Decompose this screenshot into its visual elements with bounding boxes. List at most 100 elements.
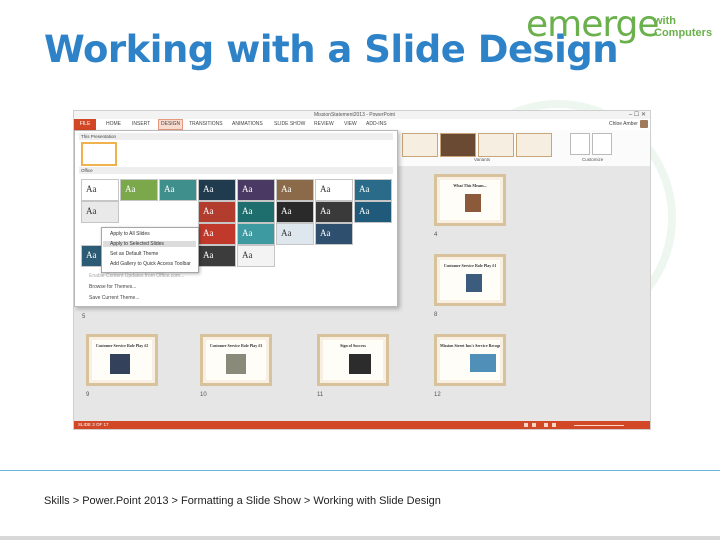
variant-thumb-2[interactable]: [440, 133, 476, 157]
customize-label: Customize: [582, 157, 604, 162]
save-theme-link[interactable]: Save Current Theme...: [89, 295, 140, 301]
theme-thumb[interactable]: Aa: [159, 179, 197, 201]
slide-number: 10: [200, 392, 207, 398]
slide-photo: [470, 354, 496, 372]
variant-thumb-1[interactable]: [402, 133, 438, 157]
normal-view-icon[interactable]: [544, 423, 548, 427]
theme-thumb[interactable]: Aa: [81, 179, 119, 201]
window-controls[interactable]: – ☐ ✕: [629, 111, 646, 118]
enable-updates-link[interactable]: Enable Content Updates from Office.com..…: [89, 273, 184, 279]
powerpoint-screenshot: MissionStatement2013 - PowerPoint – ☐ ✕ …: [73, 110, 651, 430]
slide-photo: [466, 274, 482, 292]
slide-thumbnail[interactable]: Customer Service Role Play #3: [200, 334, 272, 386]
slide-canvas: Customer Service Role Play #2: [92, 340, 152, 380]
slide-thumb-title: Mission Street Inn's Service Recognition…: [440, 343, 500, 348]
user-name[interactable]: Chloe Amber: [609, 121, 638, 127]
theme-thumb[interactable]: Aa: [276, 201, 314, 223]
slide-canvas: Mission Street Inn's Service Recognition…: [440, 340, 500, 380]
theme-thumb[interactable]: Aa: [198, 223, 236, 245]
set-default-theme-item[interactable]: Set as Default Theme: [110, 251, 158, 257]
theme-thumb[interactable]: Aa: [237, 201, 275, 223]
this-presentation-header: This Presentation: [79, 133, 393, 140]
slide-number: 11: [317, 392, 324, 398]
variants-label: Variants: [474, 157, 491, 162]
menu-animations[interactable]: ANIMATIONS: [232, 121, 263, 127]
design-themes-dropdown: This Presentation Office Aa Aa Aa Aa Aa …: [74, 130, 398, 307]
slide-thumbnail[interactable]: Customer Service Role Play #2: [86, 334, 158, 386]
theme-thumb[interactable]: Aa: [198, 201, 236, 223]
slide-number: 5: [82, 314, 86, 320]
logo-main-text: emerge: [526, 4, 660, 45]
format-background-button[interactable]: [592, 133, 612, 155]
slide-photo: [110, 354, 130, 374]
theme-thumb[interactable]: Aa: [276, 179, 314, 201]
add-gallery-qat-item[interactable]: Add Gallery to Quick Access Toolbar: [110, 261, 191, 267]
slide-canvas: What This Means...: [440, 180, 500, 220]
slide-number: 9: [86, 392, 90, 398]
browse-themes-link[interactable]: Browse for Themes...: [89, 284, 136, 290]
theme-thumb[interactable]: Aa: [276, 223, 314, 245]
emerge-logo: emerge with Computers: [526, 4, 716, 48]
current-theme-thumb[interactable]: [81, 142, 117, 166]
menu-design[interactable]: DESIGN: [158, 119, 184, 130]
comments-icon[interactable]: [532, 423, 536, 427]
notes-icon[interactable]: [524, 423, 528, 427]
theme-thumb[interactable]: Aa: [237, 223, 275, 245]
slide-count-status: SLIDE 3 OF 17: [78, 422, 109, 427]
logo-with-text: with: [654, 15, 676, 27]
status-bar: SLIDE 3 OF 17: [74, 421, 650, 429]
slide-number: 12: [434, 392, 441, 398]
logo-computers-text: Computers: [654, 27, 713, 39]
slide-thumbnail[interactable]: Customer Service Role Play #1: [434, 254, 506, 306]
menu-home[interactable]: HOME: [106, 121, 121, 127]
slide-number: 8: [434, 312, 438, 318]
slide-photo: [226, 354, 246, 374]
menu-transitions[interactable]: TRANSITIONS: [189, 121, 223, 127]
window-title: MissionStatement2013 - PowerPoint: [314, 112, 395, 118]
menu-slideshow[interactable]: SLIDE SHOW: [274, 121, 305, 127]
menu-review[interactable]: REVIEW: [314, 121, 334, 127]
theme-thumb[interactable]: Aa: [198, 245, 236, 267]
slide-size-button[interactable]: [570, 133, 590, 155]
theme-thumb[interactable]: Aa: [315, 201, 353, 223]
menu-file[interactable]: FILE: [74, 119, 96, 130]
bottom-bar: [0, 536, 720, 540]
breadcrumb-footer: Skills > Power.Point 2013 > Formatting a…: [44, 495, 441, 507]
office-header: Office: [79, 167, 393, 174]
slide-thumb-title: Customer Service Role Play #1: [443, 263, 497, 268]
theme-thumb[interactable]: Aa: [354, 179, 392, 201]
slide-canvas: Customer Service Role Play #1: [440, 260, 500, 300]
menu-view[interactable]: VIEW: [344, 121, 357, 127]
zoom-slider[interactable]: [574, 425, 624, 426]
variant-thumb-4[interactable]: [516, 133, 552, 157]
slide-number: 4: [434, 232, 438, 238]
theme-thumb[interactable]: Aa: [198, 179, 236, 201]
theme-thumb[interactable]: Aa: [120, 179, 158, 201]
theme-thumb[interactable]: Aa: [81, 201, 119, 223]
theme-context-menu: Apply to All Slides Apply to Selected Sl…: [101, 227, 199, 273]
apply-all-slides-item[interactable]: Apply to All Slides: [110, 231, 150, 237]
slide-thumb-title: What This Means...: [453, 183, 487, 188]
slide-thumb-title: Customer Service Role Play #2: [95, 343, 149, 348]
sorter-view-icon[interactable]: [552, 423, 556, 427]
slide-photo: [349, 354, 371, 374]
avatar[interactable]: [640, 120, 648, 128]
theme-thumb[interactable]: Aa: [315, 223, 353, 245]
slide-thumbnail[interactable]: Mission Street Inn's Service Recognition…: [434, 334, 506, 386]
apply-selected-slides-item[interactable]: Apply to Selected Slides: [103, 241, 196, 247]
slide-photo: [465, 194, 481, 212]
slide-thumbnail[interactable]: What This Means...: [434, 174, 506, 226]
theme-thumb[interactable]: Aa: [237, 179, 275, 201]
theme-thumb[interactable]: Aa: [315, 179, 353, 201]
slide-thumbnail[interactable]: Sign of Success: [317, 334, 389, 386]
slide-thumb-title: Sign of Success: [340, 343, 366, 348]
slide-canvas: Sign of Success: [323, 340, 383, 380]
menu-insert[interactable]: INSERT: [132, 121, 150, 127]
window-titlebar: MissionStatement2013 - PowerPoint – ☐ ✕: [74, 111, 650, 119]
slide-thumb-title: Customer Service Role Play #3: [209, 343, 263, 348]
theme-thumb[interactable]: Aa: [237, 245, 275, 267]
menu-addins[interactable]: ADD-INS: [366, 121, 387, 127]
slide-canvas: Customer Service Role Play #3: [206, 340, 266, 380]
theme-thumb[interactable]: Aa: [354, 201, 392, 223]
variant-thumb-3[interactable]: [478, 133, 514, 157]
